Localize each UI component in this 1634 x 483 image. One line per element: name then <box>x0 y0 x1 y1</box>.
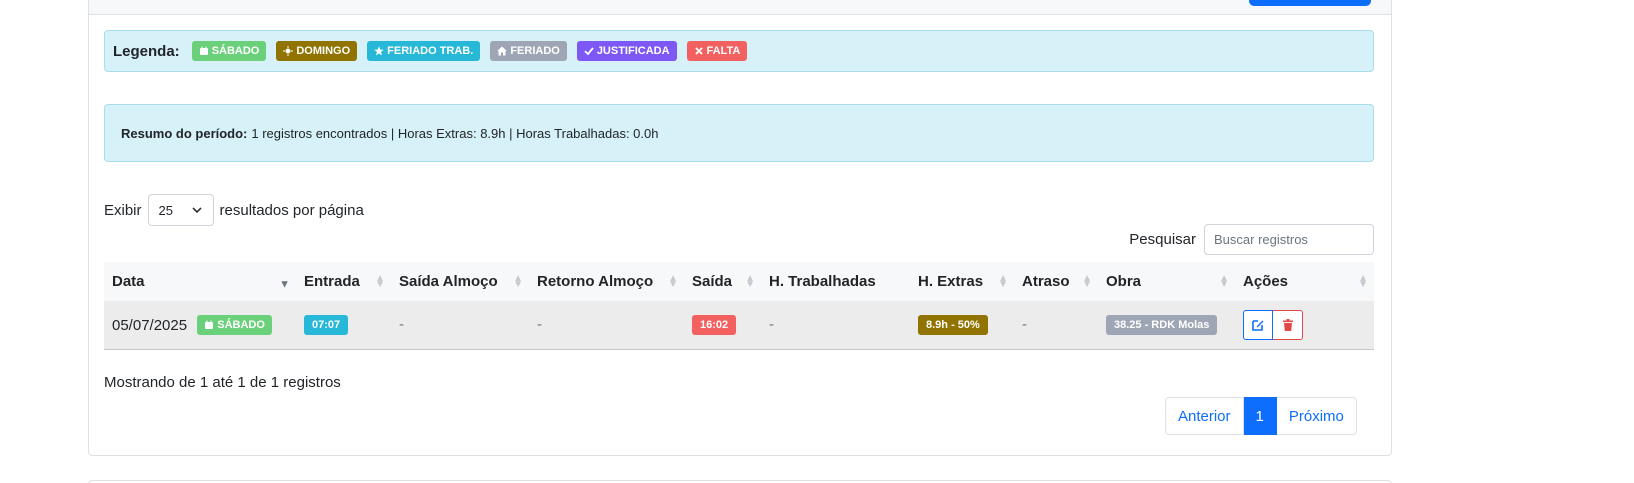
column-label: Obra <box>1106 273 1142 290</box>
legend-badge-feriado-trab: FERIADO TRAB. <box>367 41 481 61</box>
next-page-button[interactable]: Próximo <box>1276 397 1357 435</box>
entrada-badge: 07:07 <box>304 314 349 335</box>
cell-data: 05/07/2025 SÁBADO <box>104 301 296 350</box>
legend-badge-justificada: JUSTIFICADA <box>576 41 677 61</box>
column-header-saida-almoco[interactable]: Saída Almoço ▲ ▼ <box>391 262 529 301</box>
cell-h-trabalhadas: - <box>761 301 910 350</box>
column-header-obra[interactable]: Obra ▲ ▼ <box>1098 262 1235 301</box>
legend-badge-domingo: DOMINGO <box>276 41 358 61</box>
saida-badge: 16:02 <box>692 314 737 335</box>
sun-icon <box>283 46 294 56</box>
check-icon <box>584 47 594 56</box>
cell-saida: 16:02 <box>684 301 761 350</box>
legend-label: FALTA <box>706 45 741 57</box>
trash-icon <box>1282 318 1293 331</box>
column-header-retorno-almoco[interactable]: Retorno Almoço ▲ ▼ <box>529 262 684 301</box>
column-label: Atraso <box>1022 273 1070 290</box>
saida-almoco-value: - <box>399 316 404 334</box>
column-header-acoes[interactable]: Ações ▲ ▼ <box>1235 262 1374 301</box>
delete-button[interactable] <box>1273 309 1303 340</box>
column-label: Retorno Almoço <box>537 273 654 290</box>
length-prefix: Exibir <box>104 201 142 219</box>
column-header-saida[interactable]: Saída ▲ ▼ <box>684 262 761 301</box>
records-table: Data ▼ Entrada ▲ ▼ Saída Almoço ▲ ▼ Retorno A… <box>104 262 1374 350</box>
cell-retorno-almoco: - <box>529 301 684 350</box>
column-label: Entrada <box>304 273 360 290</box>
column-header-atraso[interactable]: Atraso ▲ ▼ <box>1014 262 1098 301</box>
page-length-value: 25 <box>158 202 173 218</box>
legend-badge-feriado: FERIADO <box>490 41 567 61</box>
column-label: Ações <box>1243 273 1289 290</box>
calendar-icon <box>199 46 208 55</box>
star-icon <box>374 46 384 56</box>
edit-button[interactable] <box>1243 309 1273 340</box>
sort-icon: ▲ ▼ <box>745 272 755 290</box>
column-header-data[interactable]: Data ▼ <box>104 262 296 301</box>
column-label: Saída <box>692 273 733 290</box>
legend-box: Legenda: SÁBADO DOMINGO FERIADO TRAB. FE… <box>104 30 1374 72</box>
edit-icon <box>1252 319 1264 331</box>
h-trabalhadas-value: - <box>769 316 774 334</box>
table-header-row: Data ▼ Entrada ▲ ▼ Saída Almoço ▲ ▼ Retorno A… <box>104 262 1374 301</box>
search-control: Pesquisar <box>1129 224 1374 255</box>
sort-icon: ▲ ▼ <box>1358 272 1368 290</box>
previous-page-button[interactable]: Anterior <box>1165 397 1244 435</box>
cell-saida-almoco: - <box>391 301 529 350</box>
summary-text: 1 registros encontrados | Horas Extras: … <box>251 125 659 141</box>
column-label: H. Trabalhadas <box>769 273 876 290</box>
column-header-entrada[interactable]: Entrada ▲ ▼ <box>296 262 391 301</box>
sort-desc-icon: ▼ <box>279 277 290 290</box>
legend-label: FERIADO <box>510 45 560 57</box>
search-input[interactable] <box>1204 224 1374 255</box>
home-icon <box>497 46 508 56</box>
table-row: 05/07/2025 SÁBADO 07:07 - - 16:02 - 8.9h… <box>104 301 1374 350</box>
chevron-down-icon <box>191 207 202 214</box>
x-icon <box>694 47 703 55</box>
sort-icon: ▲ ▼ <box>1219 272 1229 290</box>
search-label: Pesquisar <box>1129 231 1196 248</box>
legend-badge-falta: FALTA <box>686 41 748 61</box>
legend-label: FERIADO TRAB. <box>387 45 474 57</box>
length-suffix: resultados por página <box>219 201 364 219</box>
summary-label: Resumo do período: <box>121 125 248 141</box>
column-label: Saída Almoço <box>399 273 498 290</box>
legend-label: JUSTIFICADA <box>596 45 670 57</box>
card-header <box>89 0 1391 15</box>
legend-label: SÁBADO <box>211 45 260 57</box>
cell-atraso: - <box>1014 301 1098 350</box>
page-length-select[interactable]: 25 <box>147 194 214 226</box>
retorno-almoco-value: - <box>537 316 542 334</box>
page-button-1[interactable]: 1 <box>1243 397 1277 435</box>
cell-entrada: 07:07 <box>296 301 391 350</box>
cell-h-extras: 8.9h - 50% <box>910 301 1014 350</box>
date-text: 05/07/2025 <box>112 316 188 334</box>
weekday-label: SÁBADO <box>217 318 265 331</box>
sort-icon: ▲ ▼ <box>513 272 523 290</box>
column-label: Data <box>112 273 145 290</box>
sort-icon: ▲ ▼ <box>1082 272 1092 290</box>
sort-icon: ▲ ▼ <box>375 272 385 290</box>
legend-label: DOMINGO <box>296 45 351 57</box>
column-header-h-trabalhadas[interactable]: H. Trabalhadas <box>761 262 910 301</box>
table-info: Mostrando de 1 até 1 de 1 registros <box>104 374 341 391</box>
sort-icon: ▲ ▼ <box>998 272 1008 290</box>
legend-title: Legenda: <box>113 42 180 60</box>
obra-badge: 38.25 - RDK Molas <box>1106 314 1218 335</box>
legend-badge-sabado: SÁBADO <box>191 41 267 61</box>
cell-obra: 38.25 - RDK Molas <box>1098 301 1235 350</box>
column-label: H. Extras <box>918 273 984 290</box>
sort-icon: ▲ ▼ <box>668 272 678 290</box>
column-header-h-extras[interactable]: H. Extras ▲ ▼ <box>910 262 1014 301</box>
h-extras-badge: 8.9h - 50% <box>918 314 988 335</box>
row-actions <box>1243 309 1303 340</box>
pagination: Anterior 1 Próximo <box>1165 397 1357 435</box>
page-length-control: Exibir 25 resultados por página <box>104 194 364 226</box>
weekday-badge: SÁBADO <box>197 314 272 335</box>
calendar-icon <box>205 320 214 329</box>
period-summary: Resumo do período: 1 registros encontrad… <box>104 104 1374 162</box>
atraso-value: - <box>1022 316 1027 334</box>
cell-acoes <box>1235 301 1374 350</box>
header-action-button[interactable] <box>1249 0 1371 6</box>
